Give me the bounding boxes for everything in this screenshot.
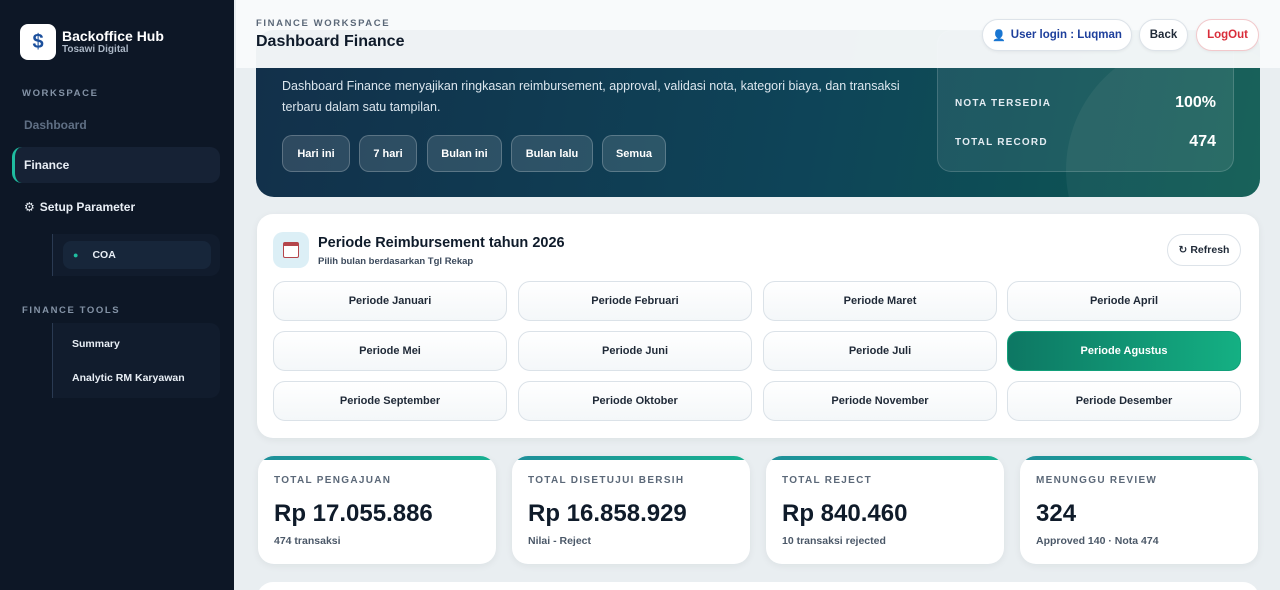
nota-tersedia-value: 100% [1175,94,1216,111]
total-record-value: 474 [1189,133,1216,150]
refresh-label: Refresh [1190,244,1230,256]
filter-all-button[interactable]: Semua [602,135,666,172]
refresh-icon: ↻ [1178,244,1188,256]
brand-title: Backoffice Hub [62,28,164,44]
hero-description: Dashboard Finance menyajikan ringkasan r… [282,79,900,114]
card-accent-bar [766,456,1004,460]
summary-card-menunggu-review: MENUNGGU REVIEW 324 Approved 140 · Nota … [1020,456,1258,564]
month-button-agustus[interactable]: Periode Agustus [1007,331,1241,371]
sidebar-item-analytic-rm[interactable]: Analytic RM Karyawan [72,372,185,384]
summary-note: 10 transaksi rejected [782,535,886,547]
month-button-mei[interactable]: Periode Mei [273,331,507,371]
month-button-juli[interactable]: Periode Juli [763,331,997,371]
month-button-januari[interactable]: Periode Januari [273,281,507,321]
sidebar-item-coa[interactable]: ● COA [63,241,211,269]
sidebar-item-summary[interactable]: Summary [72,338,120,350]
card-accent-bar [512,456,750,460]
sidebar-item-dashboard[interactable]: Dashboard [12,107,220,143]
month-button-september[interactable]: Periode September [273,381,507,421]
card-accent-bar [1020,456,1258,460]
sidebar-item-label: Setup Parameter [39,200,136,214]
summary-label: TOTAL REJECT [782,475,873,486]
next-section-card [257,582,1259,590]
bullet-icon: ● [73,250,79,260]
sidebar: $ Backoffice Hub Tosawi Digital WORKSPAC… [0,0,234,590]
page-title: Dashboard Finance [256,33,405,50]
workspace-section-label: WORKSPACE [22,88,99,99]
summary-value: Rp 17.055.886 [274,500,433,527]
month-button-oktober[interactable]: Periode Oktober [518,381,752,421]
calendar-icon [273,232,309,268]
month-button-maret[interactable]: Periode Maret [763,281,997,321]
sidebar-item-label: COA [92,249,116,261]
filter-last-month-button[interactable]: Bulan lalu [511,135,593,172]
summary-note: 474 transaksi [274,535,341,547]
user-login-badge[interactable]: 👤 User login : Luqman [982,19,1132,51]
periode-title: Periode Reimbursement tahun 2026 [318,235,565,251]
logout-button[interactable]: LogOut [1196,19,1259,51]
finance-tools-submenu: Summary Analytic RM Karyawan [52,323,220,398]
month-button-desember[interactable]: Periode Desember [1007,381,1241,421]
month-button-juni[interactable]: Periode Juni [518,331,752,371]
finance-tools-section-label: FINANCE TOOLS [22,305,121,316]
sidebar-item-setup-parameter[interactable]: ⚙ Setup Parameter [12,189,220,225]
setup-submenu: ● COA [52,234,220,276]
periode-card: Periode Reimbursement tahun 2026 Pilih b… [257,214,1259,438]
brand-subtitle: Tosawi Digital [62,44,129,55]
summary-note: Nilai - Reject [528,535,592,547]
summary-label: TOTAL PENGAJUAN [274,475,392,486]
periode-subtitle: Pilih bulan berdasarkan Tgl Rekap [318,256,474,267]
month-button-november[interactable]: Periode November [763,381,997,421]
summary-label: MENUNGGU REVIEW [1036,475,1158,486]
summary-card-total-pengajuan: TOTAL PENGAJUAN Rp 17.055.886 474 transa… [258,456,496,564]
nota-tersedia-label: NOTA TERSEDIA [955,98,1052,109]
gear-icon: ⚙ [24,200,35,214]
summary-value: Rp 840.460 [782,500,908,527]
back-button[interactable]: Back [1139,19,1188,51]
filter-this-month-button[interactable]: Bulan ini [427,135,502,172]
summary-card-total-disetujui: TOTAL DISETUJUI BERSIH Rp 16.858.929 Nil… [512,456,750,564]
month-button-februari[interactable]: Periode Februari [518,281,752,321]
top-header: FINANCE WORKSPACE Dashboard Finance 👤 Us… [236,0,1280,68]
workspace-label: FINANCE WORKSPACE [256,18,391,29]
month-button-april[interactable]: Periode April [1007,281,1241,321]
filter-today-button[interactable]: Hari ini [282,135,350,172]
brand-logo-icon: $ [20,24,56,60]
refresh-button[interactable]: ↻ Refresh [1167,234,1241,266]
brand[interactable]: $ Backoffice Hub Tosawi Digital [20,24,164,60]
total-record-label: TOTAL RECORD [955,137,1048,148]
summary-value: Rp 16.858.929 [528,500,687,527]
summary-value: 324 [1036,500,1077,527]
summary-label: TOTAL DISETUJUI BERSIH [528,475,685,486]
summary-card-total-reject: TOTAL REJECT Rp 840.460 10 transaksi rej… [766,456,1004,564]
sidebar-item-finance[interactable]: Finance [12,147,220,183]
user-icon: 👤 [992,29,1006,42]
filter-7days-button[interactable]: 7 hari [359,135,417,172]
summary-note: Approved 140 · Nota 474 [1036,535,1159,547]
user-login-label: User login : Luqman [1010,29,1122,41]
card-accent-bar [258,456,496,460]
